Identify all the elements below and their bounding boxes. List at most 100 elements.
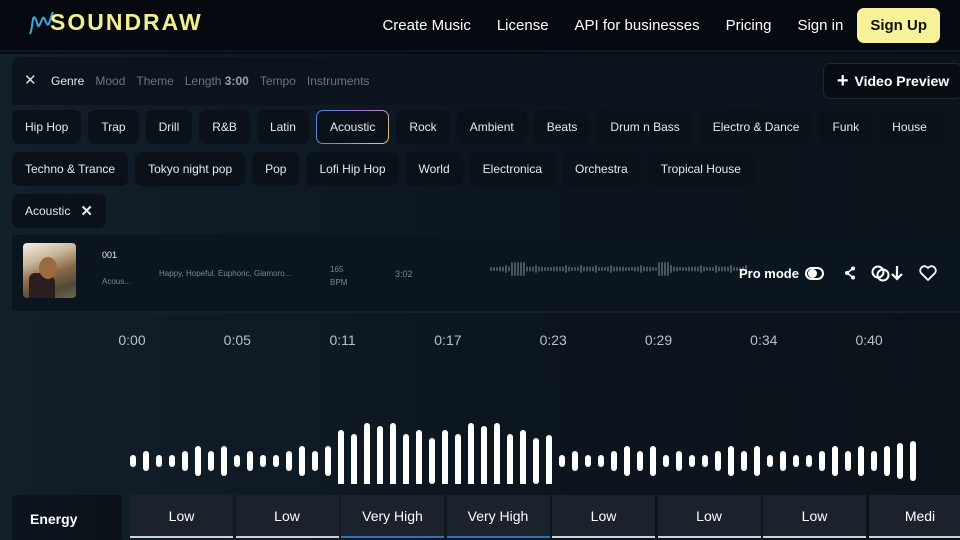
genre-chip[interactable]: House [879,110,940,144]
energy-cell[interactable]: Low [763,495,866,538]
genre-chip[interactable]: Lofi Hip Hop [306,152,399,186]
waveform-bar [637,451,643,471]
mini-waveform-bar [667,262,669,276]
waveform-bar [260,455,266,467]
mini-waveform-bar [628,267,630,271]
genre-chip[interactable]: Drum n Bass [597,110,693,144]
mini-waveform-bar [703,266,705,272]
waveform-bar [780,451,786,471]
waveform-bar [546,435,552,484]
mini-waveform-bar [529,266,531,272]
mini-waveform-bar [727,266,729,272]
genre-chip[interactable]: Hip Hop [12,110,82,144]
sign-up-button[interactable]: Sign Up [857,8,940,43]
video-preview-button[interactable]: + Video Preview [823,63,960,99]
genre-chip[interactable]: R&B [199,110,250,144]
track-row[interactable]: 001 Acous... Happy, Hopeful, Euphoric, G… [12,235,960,313]
nav-pricing[interactable]: Pricing [726,17,772,34]
tab-length-label: Length [184,74,222,88]
mini-waveform-bar [514,262,516,276]
tab-instruments[interactable]: Instruments [307,74,370,88]
genre-chip[interactable]: Drill [145,110,193,144]
tab-theme[interactable]: Theme [136,74,173,88]
waveform-bar [754,446,760,476]
waveform-bar [286,451,292,471]
energy-label: Energy [12,495,122,540]
genre-chip[interactable]: Funk [819,110,873,144]
genre-chip[interactable]: Tropical House [647,152,754,186]
genre-chip[interactable]: World [405,152,463,186]
genre-chip[interactable]: Acoustic [316,110,389,144]
mini-waveform-bar [724,266,726,272]
mini-waveform-bar [613,266,615,272]
waveform-bar [741,451,747,471]
bpm-value: 165 [330,265,344,274]
mini-waveform-bar [688,266,690,272]
waveform-bar [442,430,448,484]
energy-cell[interactable]: Medi [868,495,960,538]
genre-chip[interactable]: Electronica [469,152,556,186]
mini-waveform-bar [568,266,570,272]
energy-cell[interactable]: Low [657,495,761,538]
waveform-bar [702,455,708,467]
mini-waveform-bar [625,267,627,271]
main-panel: ✕ Genre Mood Theme Length 3:00 Tempo Ins… [0,54,960,540]
waveform-bar [572,451,578,471]
mini-waveform-bar [580,265,582,273]
heart-icon[interactable] [919,265,937,281]
mini-waveform-bar [649,266,651,272]
mini-waveform-bar [502,266,504,272]
mini-waveform-bar [616,266,618,272]
genre-chip[interactable]: Pop [252,152,300,186]
energy-cell[interactable]: Low [552,495,655,538]
waveform-bar [390,423,396,484]
tab-mood[interactable]: Mood [95,74,125,88]
mini-waveform-bar [697,266,699,272]
share-icon[interactable] [844,266,856,280]
nav-api[interactable]: API for businesses [575,17,700,34]
waveform-bar [299,446,305,476]
genre-chip[interactable]: Beats [533,110,591,144]
genre-chip[interactable]: Techno & Trance [12,152,129,186]
tab-length[interactable]: Length 3:00 [185,74,249,88]
close-filters-icon[interactable]: ✕ [24,71,37,89]
logo[interactable]: SOUNDRAW [28,8,203,36]
main-waveform[interactable] [0,364,960,484]
selected-filter-label: Acoustic [25,204,71,218]
mini-waveform-bar [670,265,672,273]
timeline: 0:00 0:05 0:11 0:17 0:23 0:29 0:34 0:40 [0,332,960,348]
mini-waveform-bar [577,267,579,271]
genre-chip[interactable]: Tokyo night pop [135,152,246,186]
genre-chip[interactable]: Trap [88,110,139,144]
genre-chip[interactable]: Rock [396,110,450,144]
tab-genre[interactable]: Genre [51,74,84,88]
energy-cell[interactable]: Very High [446,495,550,538]
download-icon[interactable] [871,264,905,282]
nav-license[interactable]: License [497,17,549,34]
waveform-bar [910,441,916,481]
pro-mode-label: Pro mode [739,266,799,281]
mini-waveform[interactable] [478,255,748,293]
energy-cell[interactable]: Very High [341,495,444,538]
tab-tempo[interactable]: Tempo [260,74,296,88]
mini-waveform-bar [559,266,561,272]
energy-cell[interactable]: Low [130,495,233,538]
mini-waveform-bar [646,266,648,272]
remove-filter-icon[interactable]: ✕ [80,202,93,220]
mini-waveform-bar [679,267,681,271]
genre-chip[interactable]: Ambient [456,110,527,144]
nav-sign-in[interactable]: Sign in [797,17,843,34]
mini-waveform-bar [523,262,525,276]
selected-filter-chip[interactable]: Acoustic ✕ [12,194,106,228]
energy-cell[interactable]: Low [235,495,339,538]
pro-mode-toggle[interactable]: Pro mode [739,266,824,281]
video-preview-label: Video Preview [854,73,950,89]
mini-waveform-bar [709,267,711,271]
toggle-icon [804,267,824,280]
genre-chip[interactable]: Orchestra [562,152,641,186]
nav-create-music[interactable]: Create Music [382,17,470,34]
waveform-bar [507,434,513,484]
mini-waveform-bar [493,267,495,271]
genre-chip[interactable]: Latin [256,110,309,144]
genre-chip[interactable]: Electro & Dance [699,110,813,144]
